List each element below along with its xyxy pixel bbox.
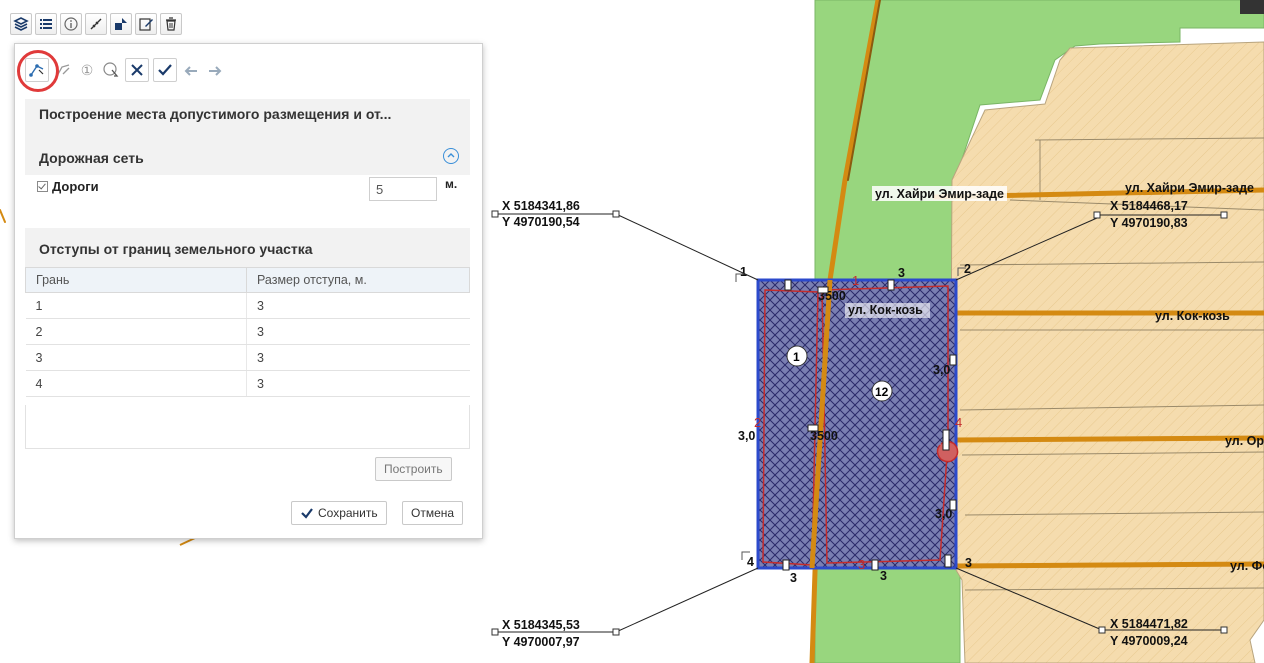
svg-text:12: 12 — [875, 385, 889, 399]
column-header-side[interactable]: Грань — [25, 267, 247, 293]
list-icon[interactable] — [35, 13, 57, 35]
svg-text:1: 1 — [793, 350, 800, 364]
cancel-button[interactable]: Отмена — [402, 501, 464, 525]
edit-toolbar: ① — [17, 50, 225, 92]
collapse-icon[interactable] — [443, 148, 459, 164]
coord-3-y: Y 4970007,97 — [502, 635, 580, 649]
unit-label: м. — [445, 177, 458, 191]
table-empty-area — [25, 405, 470, 449]
svg-text:ул. Хайри Эмир-заде: ул. Хайри Эмир-заде — [875, 187, 1004, 201]
svg-text:4: 4 — [747, 555, 754, 569]
svg-text:3: 3 — [965, 556, 972, 570]
close-icon[interactable] — [125, 58, 149, 82]
svg-text:3: 3 — [790, 571, 797, 585]
measure-icon[interactable] — [85, 13, 107, 35]
table-row[interactable]: 33 — [25, 344, 470, 371]
number-icon[interactable]: ① — [77, 58, 97, 82]
table-row[interactable]: 13 — [25, 292, 470, 319]
svg-text:ул. Хайри Эмир-заде: ул. Хайри Эмир-заде — [1125, 181, 1254, 195]
redo-icon[interactable] — [205, 58, 225, 82]
svg-text:2: 2 — [754, 415, 761, 430]
svg-text:1: 1 — [852, 273, 859, 288]
check-icon — [301, 508, 313, 519]
road-section-title: Дорожная сеть — [39, 150, 144, 166]
roads-checkbox-row[interactable]: Дороги — [37, 179, 99, 194]
svg-text:ул. Кок-козь: ул. Кок-козь — [1155, 309, 1230, 323]
svg-text:3: 3 — [898, 266, 905, 280]
svg-text:ул. Фонт: ул. Фонт — [1230, 559, 1264, 573]
save-label: Сохранить — [318, 506, 378, 520]
svg-text:1: 1 — [740, 265, 747, 279]
construction-panel: ① Построение места допустимого размещени… — [14, 43, 483, 539]
panel-title: Построение места допустимого размещения … — [39, 106, 392, 122]
roads-checkbox[interactable] — [37, 181, 48, 192]
edit-icon[interactable] — [135, 13, 157, 35]
delete-icon[interactable] — [160, 13, 182, 35]
road-offset-input[interactable] — [369, 177, 437, 201]
edit-contour-icon[interactable] — [53, 58, 73, 82]
coord-1-y: Y 4970190,54 — [502, 215, 580, 229]
coord-2-x: X 5184468,17 — [1110, 199, 1188, 213]
offsets-table: Грань Размер отступа, м. 13 23 33 43 — [25, 267, 470, 397]
coord-4-x: X 5184471,82 — [1110, 617, 1188, 631]
coord-3-x: X 5184345,53 — [502, 618, 580, 632]
svg-text:3: 3 — [858, 557, 865, 572]
info-icon[interactable] — [60, 13, 82, 35]
parcel-zone — [949, 41, 1264, 663]
selected-parcel[interactable] — [756, 278, 958, 570]
svg-text:ул. Ортал: ул. Ортал — [1225, 434, 1264, 448]
layers-icon[interactable] — [10, 13, 32, 35]
save-button[interactable]: Сохранить — [291, 501, 387, 525]
undo-icon[interactable] — [181, 58, 201, 82]
click-select-icon[interactable] — [101, 58, 121, 82]
table-row[interactable]: 43 — [25, 370, 470, 397]
svg-text:ул. Кок-козь: ул. Кок-козь — [848, 303, 923, 317]
offsets-title: Отступы от границ земельного участка — [39, 241, 313, 257]
roads-checkbox-label: Дороги — [52, 179, 99, 194]
object-icon[interactable] — [110, 13, 132, 35]
coord-4-y: Y 4970009,24 — [1110, 634, 1188, 648]
main-toolbar — [10, 13, 182, 35]
table-row[interactable]: 23 — [25, 318, 470, 345]
check-icon[interactable] — [153, 58, 177, 82]
column-header-offset[interactable]: Размер отступа, м. — [246, 267, 470, 293]
svg-text:3: 3 — [880, 569, 887, 583]
svg-text:3,0: 3,0 — [738, 429, 755, 443]
build-contour-icon[interactable] — [17, 50, 59, 92]
coord-2-y: Y 4970190,83 — [1110, 216, 1188, 230]
svg-text:2: 2 — [964, 262, 971, 276]
build-button[interactable]: Построить — [375, 457, 452, 481]
svg-text:3,0: 3,0 — [933, 363, 950, 377]
coord-1-x: X 5184341,86 — [502, 199, 580, 213]
svg-text:4: 4 — [955, 415, 962, 430]
